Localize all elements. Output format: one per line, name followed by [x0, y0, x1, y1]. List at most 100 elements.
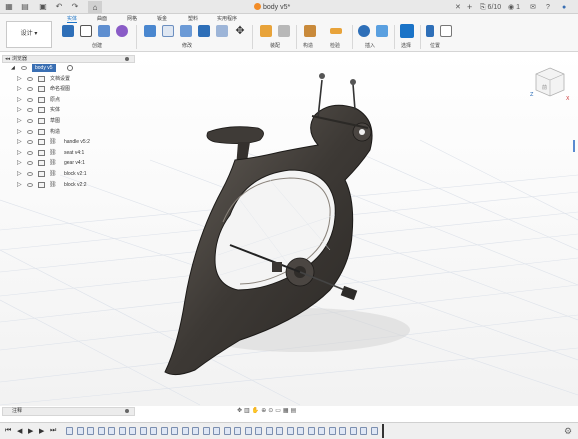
chevron-right-icon[interactable]: ▷ [17, 180, 22, 191]
browser-row[interactable]: ▷ ⛓ gear v4:1 [2, 158, 135, 169]
timeline-feature-icon[interactable] [66, 427, 73, 435]
home-icon[interactable]: ⌂ [88, 1, 102, 14]
timeline-feature-icon[interactable] [328, 427, 336, 435]
grid-icon[interactable]: ▦ [4, 2, 14, 12]
timeline-feature-icon[interactable] [150, 427, 157, 435]
browser-row[interactable]: ▷ 草图 [2, 116, 135, 127]
insert-image-icon[interactable] [376, 25, 388, 37]
chevron-down-icon[interactable]: ◢ [11, 63, 15, 74]
look-at-icon[interactable]: ▥ [244, 408, 252, 414]
chevron-right-icon[interactable]: ▷ [17, 84, 22, 95]
press-pull-icon[interactable] [144, 25, 156, 37]
timeline-feature-icon[interactable] [181, 427, 189, 435]
chevron-right-icon[interactable]: ▷ [17, 169, 22, 180]
timeline-feature-icon[interactable] [87, 427, 94, 435]
timeline-feature-icon[interactable] [286, 427, 294, 435]
timeline-feature-icon[interactable] [255, 427, 262, 435]
group-inspect[interactable]: 检验 [330, 42, 340, 49]
eye-icon[interactable] [27, 97, 33, 102]
save-icon[interactable]: ▣ [38, 2, 48, 12]
add-comment-icon[interactable] [125, 409, 129, 413]
timeline-feature-icon[interactable] [234, 427, 241, 435]
fillet-icon[interactable] [162, 25, 174, 37]
orbit-icon[interactable]: ✥ [237, 408, 244, 414]
group-modify[interactable]: 修改 [182, 42, 192, 49]
chevron-right-icon[interactable]: ▷ [17, 105, 22, 116]
tab-utilities[interactable]: 实用程序 [217, 15, 237, 22]
timeline-feature-icon[interactable] [339, 427, 346, 435]
eye-icon[interactable] [27, 161, 33, 166]
chevron-right-icon[interactable]: ▷ [17, 137, 22, 148]
eye-icon[interactable] [27, 150, 33, 155]
go-to-start-icon[interactable]: ⏮ [5, 427, 11, 435]
eye-icon[interactable] [27, 182, 33, 187]
timeline-feature-icon[interactable] [244, 427, 252, 435]
viewcube-front-label[interactable]: 前 [542, 84, 547, 91]
timeline-feature-icon[interactable] [160, 427, 168, 435]
browser-row[interactable]: ▷ 文档设置 [2, 74, 135, 85]
eye-icon[interactable] [27, 118, 33, 123]
select-icon[interactable] [400, 24, 414, 38]
timeline-feature-icon[interactable] [360, 427, 367, 435]
go-to-end-icon[interactable]: ⏭ [50, 427, 56, 435]
chevron-right-icon[interactable]: ▷ [17, 158, 22, 169]
activate-radio[interactable] [67, 65, 73, 71]
new-component-icon[interactable] [62, 25, 74, 37]
block-part-2[interactable] [272, 262, 282, 272]
timeline-feature-icon[interactable] [76, 427, 84, 435]
workspace-switcher[interactable]: 设计 ▾ [6, 21, 52, 48]
shell-icon[interactable] [198, 25, 210, 37]
avatar[interactable]: ● [562, 1, 566, 14]
redo-icon[interactable]: ↷ [70, 2, 80, 12]
viewcube[interactable]: 前 Z X [530, 62, 570, 102]
chevron-right-icon[interactable]: ▷ [17, 95, 22, 106]
timeline-feature-icon[interactable] [118, 427, 126, 435]
timeline-feature-icon[interactable] [213, 427, 220, 435]
tab-plastic[interactable]: 塑料 [188, 15, 198, 22]
group-assemble[interactable]: 装配 [270, 42, 280, 49]
timeline-feature-icon[interactable] [192, 427, 199, 435]
tab-sheetmetal[interactable]: 钣金 [157, 15, 167, 22]
eye-icon[interactable] [27, 171, 33, 176]
eye-icon[interactable] [27, 87, 33, 92]
file-icon[interactable]: ▤ [20, 2, 30, 12]
as-built-joint-icon[interactable] [278, 25, 290, 37]
group-create[interactable]: 创建 [92, 42, 102, 49]
bell-icon[interactable]: ✉ [530, 1, 536, 14]
eye-icon[interactable] [27, 108, 33, 113]
plus-icon[interactable]: + [467, 1, 472, 14]
grid-settings-icon[interactable]: ▦ [283, 408, 291, 414]
timeline-feature-icon[interactable] [265, 427, 273, 435]
tab-solid[interactable]: 实体 [67, 15, 78, 23]
browser-row[interactable]: ▷ 实体 [2, 105, 135, 116]
timeline-feature-icon[interactable] [349, 427, 357, 435]
timeline-marker[interactable] [382, 424, 384, 438]
move-icon[interactable]: ✥ [234, 25, 246, 37]
new-joint-icon[interactable] [260, 25, 272, 37]
chevron-right-icon[interactable]: ▷ [17, 74, 22, 85]
group-position[interactable]: 位置 [430, 42, 440, 49]
eye-icon[interactable] [27, 76, 33, 81]
group-insert[interactable]: 插入 [365, 42, 375, 49]
form-icon[interactable] [116, 25, 128, 37]
revert-position-icon[interactable] [440, 25, 452, 37]
close-icon[interactable]: ✕ [455, 1, 461, 14]
help-icon[interactable]: ? [546, 1, 550, 14]
chevron-right-icon[interactable]: ▷ [17, 148, 22, 159]
comments-panel[interactable]: 注释 [2, 407, 135, 416]
collapse-icon[interactable]: ◂◂ [5, 56, 10, 63]
display-settings-icon[interactable]: ▭ [275, 408, 283, 414]
timeline-feature-icon[interactable] [318, 427, 325, 435]
combine-icon[interactable] [216, 25, 228, 37]
step-forward-icon[interactable]: ▶ [39, 427, 44, 435]
eye-icon[interactable] [21, 66, 27, 70]
pin-icon[interactable] [125, 57, 129, 61]
play-icon[interactable]: ▶ [28, 427, 33, 435]
eye-icon[interactable] [27, 140, 33, 145]
insert-derive-icon[interactable] [358, 25, 370, 37]
chevron-right-icon[interactable]: ▷ [17, 116, 22, 127]
scroll-indicator[interactable] [573, 140, 575, 152]
measure-icon[interactable] [330, 28, 342, 34]
browser-root-row[interactable]: ◢ body v5 [2, 63, 135, 74]
browser-row[interactable]: ▷ ⛓ seat v4:1 [2, 148, 135, 159]
